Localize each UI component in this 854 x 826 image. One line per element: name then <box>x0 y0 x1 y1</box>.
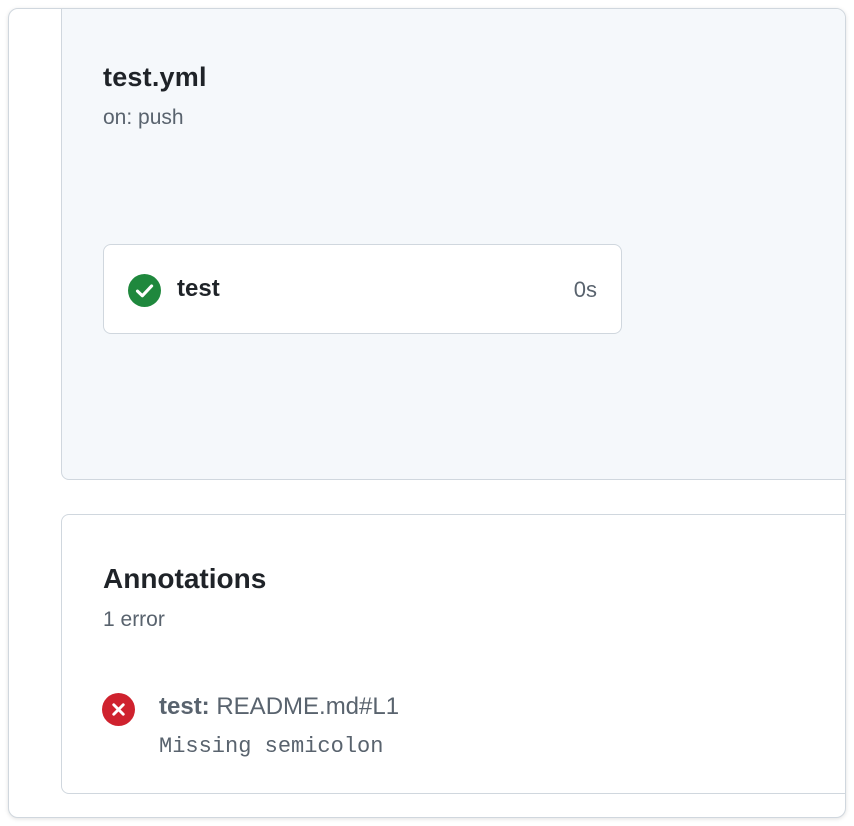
annotation-job-name: test: <box>159 693 210 720</box>
job-duration: 0s <box>573 277 597 302</box>
annotations-title: Annotations <box>103 563 267 594</box>
annotation-message: Missing semicolon <box>159 734 384 759</box>
workflow-trigger: on: push <box>103 106 184 129</box>
workflow-file-name[interactable]: test.yml <box>103 62 207 93</box>
job-name: test <box>177 275 220 302</box>
workflow-graph-panel: test.yml on: push test 0s <box>61 9 845 480</box>
annotation-item: test: README.md#L1 Missing semicolon <box>102 691 802 771</box>
x-circle-icon <box>102 693 135 726</box>
annotations-panel: Annotations 1 error test: README.md#L1 M… <box>61 514 845 794</box>
annotations-count: 1 error <box>103 608 165 631</box>
annotation-location-link[interactable]: test: README.md#L1 <box>159 693 399 721</box>
annotation-file-location: README.md#L1 <box>216 693 400 720</box>
check-circle-icon <box>128 274 161 307</box>
job-card-test[interactable]: test 0s <box>103 244 622 334</box>
workflow-run-summary: test.yml on: push test 0s Annotations 1 … <box>8 8 846 818</box>
